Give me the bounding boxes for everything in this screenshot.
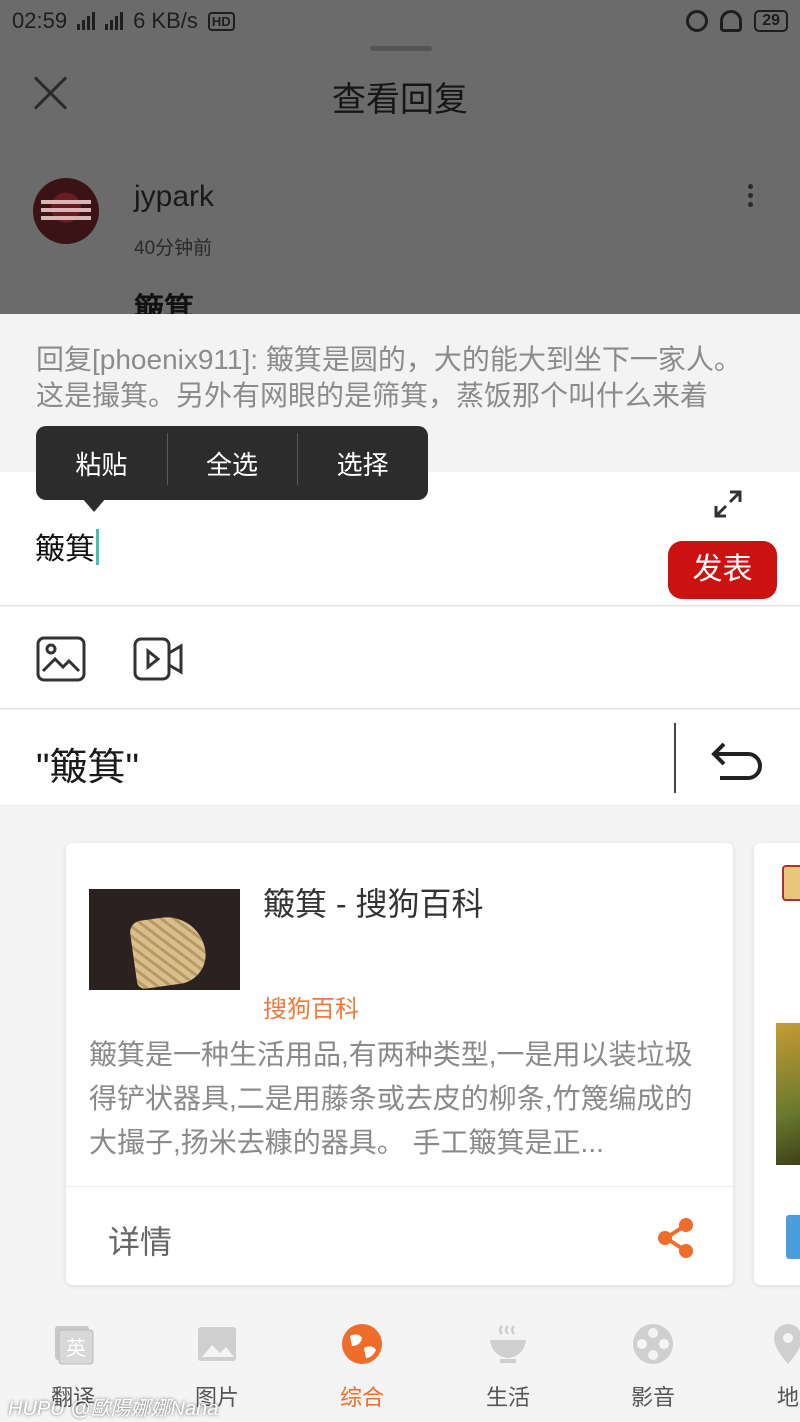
post-timestamp: 40分钟前: [134, 238, 213, 259]
nav-item-media[interactable]: 影音: [603, 1322, 703, 1412]
post-button[interactable]: 发表: [668, 541, 777, 599]
result-title[interactable]: 簸箕 - 搜狗百科: [263, 879, 483, 925]
select-all-menu-item[interactable]: 全选: [166, 432, 298, 485]
next-result-badge: [786, 1215, 800, 1259]
expand-icon[interactable]: [712, 488, 744, 520]
result-source: 搜狗百科: [263, 996, 359, 1023]
nav-item-general[interactable]: 综合: [312, 1322, 412, 1412]
film-reel-icon: [631, 1322, 675, 1366]
reply-input-text: 簸箕: [35, 533, 95, 566]
detail-link[interactable]: 详情: [108, 1217, 172, 1263]
battery-indicator: 29: [754, 10, 788, 32]
image-icon: [195, 1322, 239, 1366]
dimmed-background-sheet: 02:59 6 KB/s HD 29 查看回复 jypark 40分钟前 簸箕: [0, 0, 800, 314]
status-time: 02:59: [12, 8, 68, 33]
watermark: HUPU @歐陽娜娜Nana: [8, 1398, 219, 1420]
image-upload-icon[interactable]: [35, 633, 87, 685]
signal-4g-icon: [105, 12, 124, 30]
result-card-footer: 详情: [66, 1186, 733, 1285]
map-pin-icon: [766, 1322, 800, 1366]
next-result-card-peek[interactable]: [754, 843, 800, 1285]
globe-icon: [340, 1322, 384, 1366]
hd-badge: HD: [207, 11, 235, 31]
menu-pointer: [82, 498, 106, 512]
next-result-thumbnail: [776, 1023, 800, 1165]
page-title: 查看回复: [332, 81, 468, 119]
lock-rotation-icon: [686, 10, 709, 32]
result-thumbnail: [89, 889, 240, 990]
select-menu-item[interactable]: 选择: [297, 432, 428, 485]
signal-icon: [77, 12, 96, 30]
divider: [674, 723, 676, 793]
bowl-icon: [486, 1322, 530, 1366]
nav-item-map[interactable]: 地: [738, 1322, 800, 1412]
translate-badge: 英: [66, 1336, 86, 1360]
nav-label-general: 综合: [339, 1385, 384, 1410]
result-description: 簸箕是一种生活用品,有两种类型,一是用以装垃圾得铲状器具,二是用藤条或去皮的柳条…: [89, 1039, 693, 1158]
status-bar: 02:59 6 KB/s HD 29: [0, 0, 800, 42]
paste-menu-item[interactable]: 粘贴: [36, 445, 167, 482]
more-options-icon[interactable]: [748, 184, 754, 210]
seal-icon: [782, 865, 800, 901]
search-keyword: "簸箕": [36, 747, 139, 789]
video-upload-icon[interactable]: [132, 633, 184, 685]
return-icon[interactable]: [710, 736, 766, 784]
headphones-icon: [720, 10, 743, 32]
share-icon[interactable]: [656, 1217, 696, 1259]
nav-label-media: 影音: [630, 1385, 675, 1410]
translate-icon: 英: [51, 1322, 95, 1366]
sheet-drag-handle[interactable]: [370, 46, 432, 51]
post-body: 簸箕: [134, 293, 194, 314]
search-keyword-bar: "簸箕": [0, 710, 800, 806]
text-context-menu: 粘贴 全选 选择: [36, 426, 428, 512]
reply-input[interactable]: 簸箕: [35, 524, 99, 568]
nav-label-life: 生活: [485, 1385, 530, 1410]
text-caret: [96, 529, 99, 565]
post-username[interactable]: jypark: [134, 180, 214, 214]
media-toolbar: [0, 607, 800, 709]
search-result-card[interactable]: 簸箕 - 搜狗百科 搜狗百科 簸箕是一种生活用品,有两种类型,一是用以装垃圾得铲…: [66, 843, 733, 1285]
nav-label-map: 地: [776, 1385, 799, 1410]
avatar[interactable]: [33, 178, 99, 244]
nav-item-life[interactable]: 生活: [458, 1322, 558, 1412]
network-speed: 6 KB/s: [133, 8, 198, 33]
